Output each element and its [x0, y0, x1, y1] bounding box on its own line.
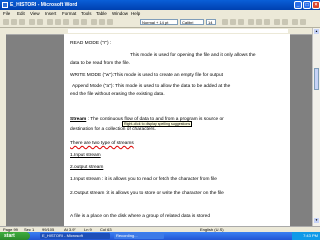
- maximize-button[interactable]: □: [303, 1, 311, 9]
- cut-icon[interactable]: [47, 19, 53, 25]
- doc-line: A file is a place on the disk where a gr…: [70, 214, 210, 219]
- title-bar: E_HISTORI - Microsoft Word _ □ ×: [0, 0, 320, 10]
- menu-window[interactable]: Window: [112, 11, 128, 16]
- vertical-scrollbar[interactable]: ▲ ▼: [312, 28, 320, 226]
- indent-icon[interactable]: [282, 19, 288, 25]
- doc-line: data to be read from the file.: [70, 61, 130, 66]
- save-icon[interactable]: [19, 19, 25, 25]
- task-word[interactable]: E_HISTORI - Microsoft: [40, 233, 110, 239]
- doc-line: end the file without erasing the existin…: [70, 92, 165, 97]
- bold-icon[interactable]: [222, 19, 228, 25]
- copy-icon[interactable]: [55, 19, 61, 25]
- table-icon[interactable]: [91, 19, 97, 25]
- doc-line: This mode is used for opening the file a…: [130, 53, 256, 58]
- new-icon[interactable]: [3, 19, 9, 25]
- align-center-icon[interactable]: [256, 19, 262, 25]
- underline-icon[interactable]: [238, 19, 244, 25]
- align-right-icon[interactable]: [264, 19, 270, 25]
- doc-line: destination for a collection of characte…: [70, 127, 156, 132]
- open-icon[interactable]: [11, 19, 17, 25]
- window-title: E_HISTORI - Microsoft Word: [10, 2, 78, 8]
- menu-view[interactable]: View: [30, 11, 40, 16]
- menu-help[interactable]: Help: [131, 11, 140, 16]
- word-icon: [2, 2, 8, 8]
- task-recording[interactable]: Recording...: [114, 233, 164, 239]
- redo-icon[interactable]: [81, 19, 87, 25]
- minimize-button[interactable]: _: [294, 1, 302, 9]
- paste-icon[interactable]: [63, 19, 69, 25]
- doc-line: 2.Output stream :it is allows you to sto…: [70, 191, 224, 196]
- menu-insert[interactable]: Insert: [45, 11, 56, 16]
- scroll-down-icon[interactable]: ▼: [314, 218, 319, 223]
- doc-line: Append Mode ("a"): This mode is used to …: [72, 84, 231, 89]
- font-color-icon[interactable]: [300, 19, 306, 25]
- doc-line: There are two type of streams: [70, 141, 134, 146]
- doc-line: 1.Input stream: [70, 153, 101, 158]
- ruler-track: [68, 29, 288, 33]
- size-select[interactable]: 14: [206, 19, 216, 25]
- print-icon[interactable]: [29, 19, 35, 25]
- menu-table[interactable]: Table: [96, 11, 107, 16]
- menu-edit[interactable]: Edit: [17, 11, 25, 16]
- doc-line: READ MODE ("r") :: [70, 41, 112, 46]
- align-left-icon[interactable]: [248, 19, 254, 25]
- preview-icon[interactable]: [37, 19, 43, 25]
- columns-icon[interactable]: [99, 19, 105, 25]
- vertical-ruler[interactable]: [0, 34, 6, 226]
- close-button[interactable]: ×: [312, 1, 320, 9]
- scroll-thumb[interactable]: [314, 68, 319, 90]
- system-clock: 7:43 PM: [292, 232, 320, 240]
- menu-file[interactable]: File: [3, 11, 10, 16]
- font-select[interactable]: Calibri: [180, 19, 204, 25]
- toolbar: Normal + 14 pt Calibri 14: [0, 17, 320, 28]
- stream-term: Stream: [70, 117, 87, 122]
- doc-line: 2.output stream: [70, 165, 104, 170]
- undo-icon[interactable]: [73, 19, 79, 25]
- doc-line: WRITE MODE ("w"):This mode is used to cr…: [70, 73, 223, 78]
- scroll-up-icon[interactable]: ▲: [314, 29, 319, 34]
- style-select[interactable]: Normal + 14 pt: [140, 19, 178, 25]
- menu-bar: File Edit View Insert Format Tools Table…: [0, 10, 320, 17]
- bullets-icon[interactable]: [274, 19, 280, 25]
- menu-tools[interactable]: Tools: [81, 11, 92, 16]
- document-page[interactable]: READ MODE ("r") : This mode is used for …: [64, 34, 290, 226]
- menu-format[interactable]: Format: [62, 11, 76, 16]
- start-button[interactable]: start: [0, 232, 30, 240]
- highlight-icon[interactable]: [292, 19, 298, 25]
- doc-line: 1.Input stream : it is allows you to rea…: [70, 177, 217, 182]
- zoom-icon[interactable]: [107, 19, 113, 25]
- italic-icon[interactable]: [230, 19, 236, 25]
- taskbar: start E_HISTORI - Microsoft Recording...…: [0, 232, 320, 240]
